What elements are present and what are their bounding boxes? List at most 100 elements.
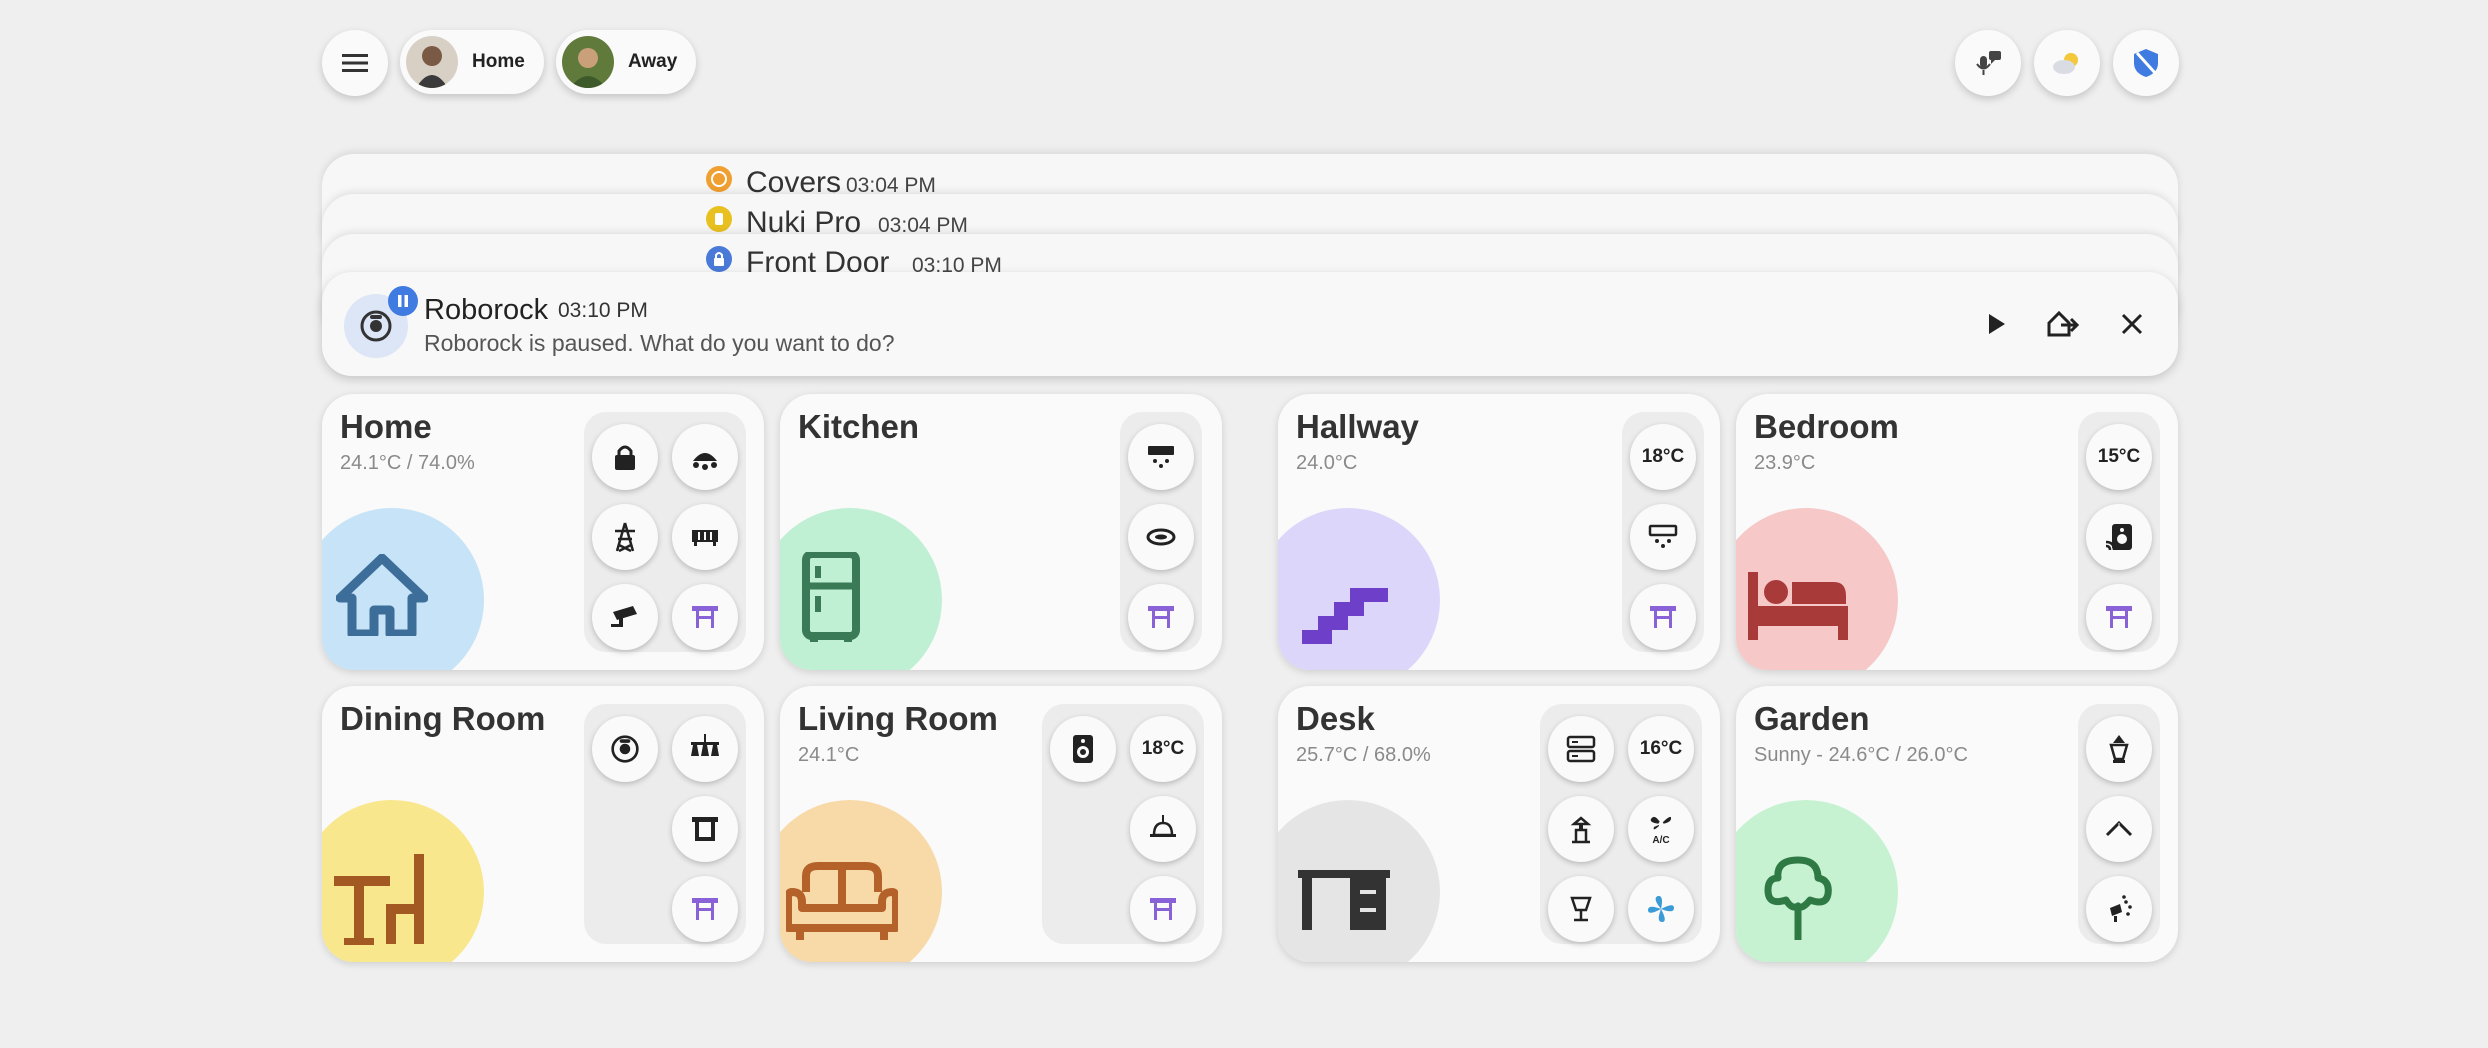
- ceiling-lamp-icon: [1146, 528, 1176, 546]
- svg-text:A/C: A/C: [1652, 835, 1669, 845]
- table-button[interactable]: [1130, 876, 1196, 942]
- desk-icon: [1298, 870, 1390, 930]
- pendant-lamp-button[interactable]: [1130, 796, 1196, 862]
- fan-icon: [1648, 895, 1674, 922]
- person-label: Home: [472, 51, 525, 72]
- air-conditioner-button[interactable]: [1128, 424, 1194, 490]
- table-button[interactable]: [672, 876, 738, 942]
- chandelier-button[interactable]: [672, 716, 738, 782]
- room-card-dining-room[interactable]: Dining Room: [322, 686, 764, 962]
- ceiling-lamp-button[interactable]: [1128, 504, 1194, 570]
- temperature-button[interactable]: 15°C: [2086, 424, 2152, 490]
- temperature-value: 18°C: [1141, 738, 1185, 759]
- voice-assistant-button[interactable]: [1955, 30, 2021, 96]
- table-button[interactable]: [1128, 584, 1194, 650]
- server-button[interactable]: [1548, 716, 1614, 782]
- room-icon-area: [1278, 508, 1440, 670]
- air-conditioner-icon: [1648, 524, 1678, 548]
- table-button[interactable]: [672, 584, 738, 650]
- table-icon: [692, 898, 718, 920]
- room-card-home[interactable]: Home 24.1°C / 74.0%: [322, 394, 764, 670]
- lock-button[interactable]: [592, 424, 658, 490]
- lock-icon: [615, 445, 635, 470]
- radiator-button[interactable]: [672, 504, 738, 570]
- play-icon: [1989, 314, 2005, 334]
- room-subtitle: 24.1°C / 74.0%: [340, 452, 475, 474]
- monitor-lamp-button[interactable]: [1548, 876, 1614, 942]
- speaker-icon: [1073, 735, 1093, 763]
- notification-roborock[interactable]: Roborock 03:10 PM Roborock is paused. Wh…: [322, 272, 2178, 376]
- pendant-lamp-icon: [1150, 815, 1176, 837]
- voice-assistant-icon: [1976, 51, 2001, 75]
- room-title: Bedroom: [1754, 408, 1899, 445]
- return-home-icon: [2047, 310, 2079, 337]
- awning-button[interactable]: [2086, 796, 2152, 862]
- fan-button[interactable]: [1628, 876, 1694, 942]
- sprinkler-button[interactable]: [2086, 876, 2152, 942]
- cabinet-button[interactable]: [672, 796, 738, 862]
- desk-lamp-button[interactable]: [1548, 796, 1614, 862]
- table-icon: [1150, 898, 1176, 920]
- return-home-button[interactable]: [2042, 304, 2082, 344]
- room-icon-area: [1278, 800, 1440, 962]
- person-chip-away[interactable]: Away: [556, 30, 696, 94]
- table-icon: [2106, 606, 2132, 628]
- security-button[interactable]: [2113, 30, 2179, 96]
- room-subtitle: Sunny - 24.6°C / 26.0°C: [1754, 744, 1968, 766]
- person-avatar: [406, 36, 458, 88]
- weather-icon: [2053, 53, 2078, 74]
- play-button[interactable]: [1976, 304, 2016, 344]
- ac-fan-icon: A/C: [1650, 816, 1672, 845]
- menu-icon: [342, 54, 368, 72]
- room-card-bedroom[interactable]: Bedroom 23.9°C 15°C: [1736, 394, 2178, 670]
- table-button[interactable]: [1630, 584, 1696, 650]
- room-subtitle: 24.1°C: [798, 744, 860, 766]
- room-title: Dining Room: [340, 700, 546, 737]
- power-grid-button[interactable]: [592, 504, 658, 570]
- air-conditioner-button[interactable]: [1630, 504, 1696, 570]
- table-button[interactable]: [2086, 584, 2152, 650]
- close-icon: [2121, 313, 2143, 335]
- monitor-lamp-icon: [1570, 896, 1592, 922]
- cast-speaker-button[interactable]: [2086, 504, 2152, 570]
- speaker-button[interactable]: [1050, 716, 1116, 782]
- table-icon: [1148, 606, 1174, 628]
- room-title: Garden: [1754, 700, 1870, 737]
- room-icon-area: [322, 800, 484, 962]
- room-card-garden[interactable]: Garden Sunny - 24.6°C / 26.0°C: [1736, 686, 2178, 962]
- bed-icon: [1748, 572, 1848, 640]
- temperature-button[interactable]: 18°C: [1630, 424, 1696, 490]
- menu-button[interactable]: [322, 30, 388, 96]
- fridge-icon: [802, 552, 860, 642]
- camera-button[interactable]: [592, 584, 658, 650]
- transmission-tower-icon: [615, 522, 635, 553]
- room-card-desk[interactable]: Desk 25.7°C / 68.0% 16°C A/C: [1278, 686, 1720, 962]
- room-icon-area: [322, 508, 484, 670]
- garden-light-button[interactable]: [2086, 716, 2152, 782]
- security-camera-icon: [611, 606, 637, 627]
- temperature-button[interactable]: 16°C: [1628, 716, 1694, 782]
- status-badge: [706, 206, 732, 232]
- weather-button[interactable]: [2034, 30, 2100, 96]
- notification-title: Roborock: [424, 294, 549, 326]
- ac-fan-button[interactable]: A/C: [1628, 796, 1694, 862]
- ceiling-light-button[interactable]: [672, 424, 738, 490]
- temperature-value: 15°C: [2097, 446, 2141, 467]
- room-icon-area: [780, 800, 942, 962]
- chandelier-icon: [691, 734, 719, 756]
- room-title: Home: [340, 408, 432, 445]
- sprinkler-icon: [2110, 895, 2132, 922]
- temperature-button[interactable]: 18°C: [1130, 716, 1196, 782]
- security-shield-icon: [2134, 49, 2158, 77]
- room-icon-area: [1736, 508, 1898, 670]
- notification-message: Roborock is paused. What do you want to …: [424, 330, 895, 356]
- room-card-hallway[interactable]: Hallway 24.0°C 18°C: [1278, 394, 1720, 670]
- close-button[interactable]: [2112, 304, 2152, 344]
- room-card-living-room[interactable]: Living Room 24.1°C 18°C: [780, 686, 1222, 962]
- robot-vacuum-button[interactable]: [592, 716, 658, 782]
- person-chip-home[interactable]: Home: [400, 30, 544, 94]
- status-badge: [706, 246, 732, 272]
- room-card-kitchen[interactable]: Kitchen: [780, 394, 1222, 670]
- air-conditioner-icon: [1148, 446, 1174, 468]
- sofa-icon: [786, 862, 898, 940]
